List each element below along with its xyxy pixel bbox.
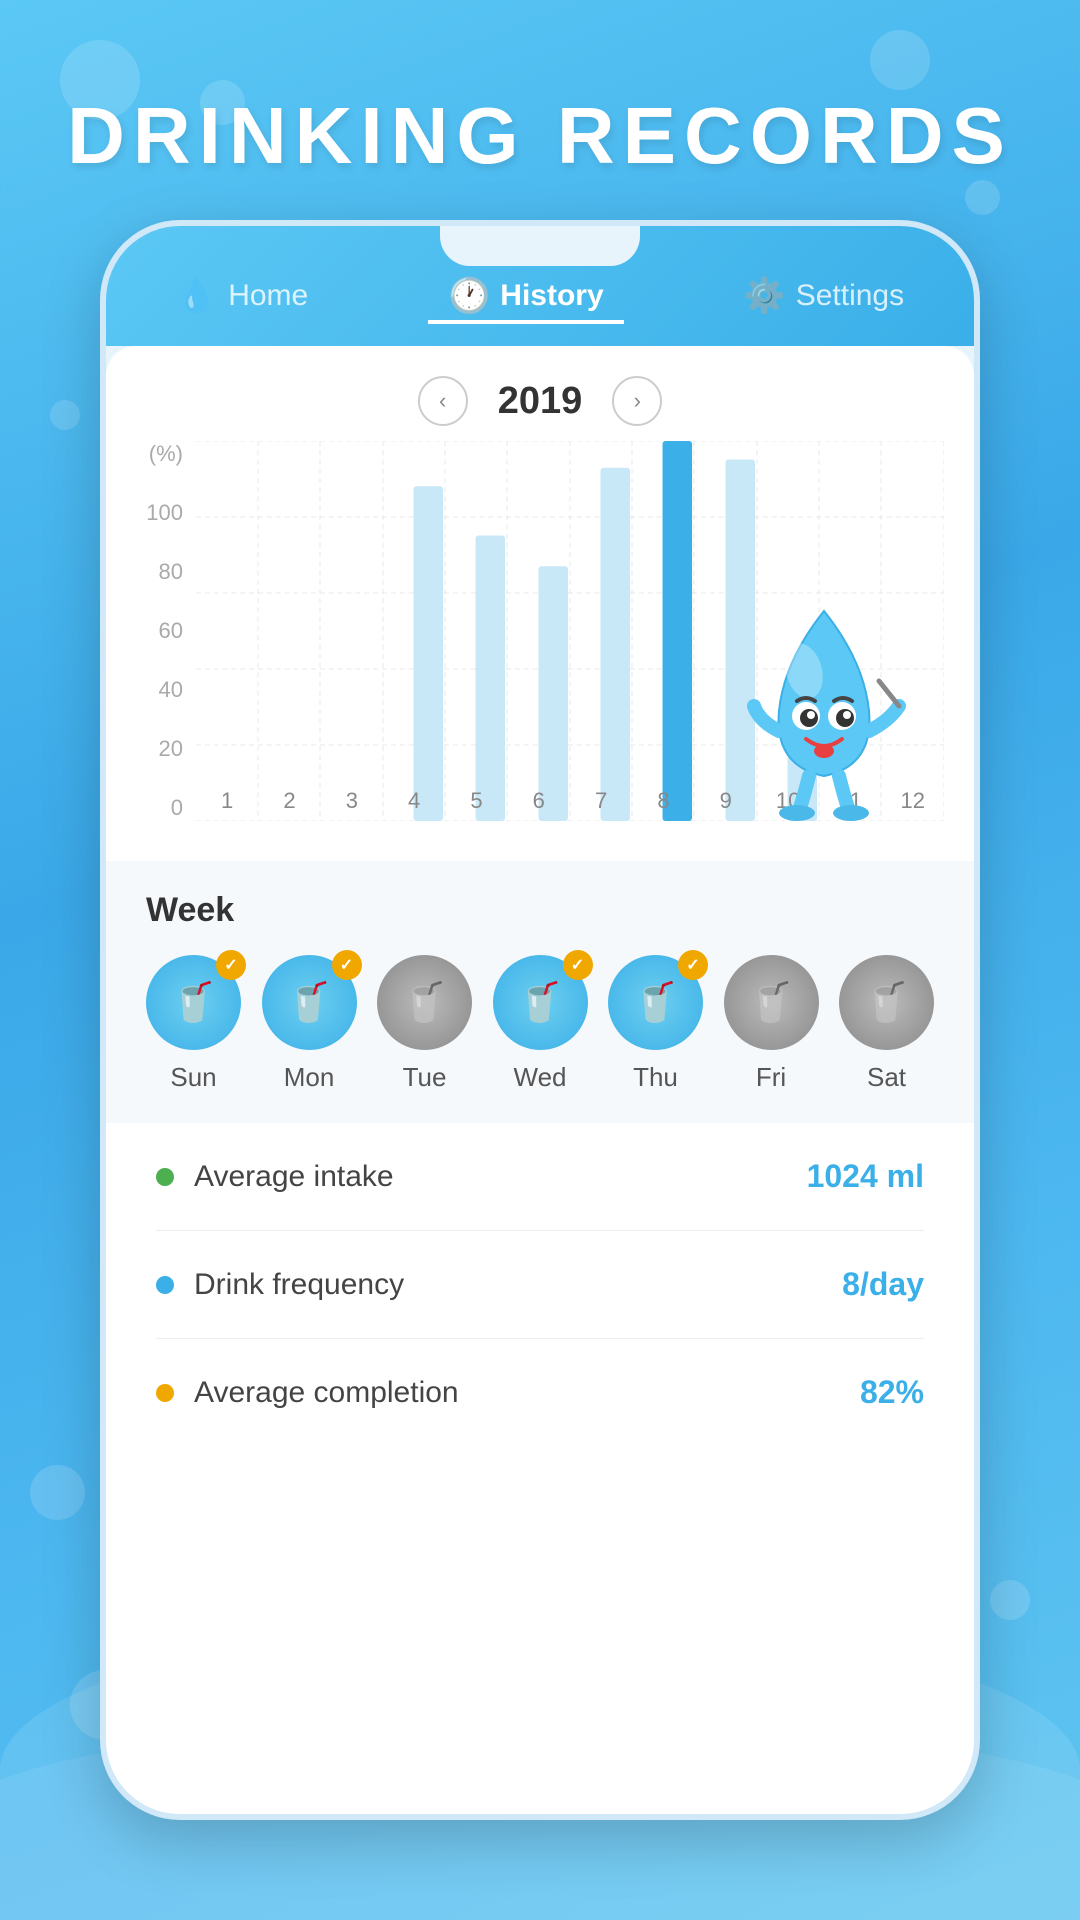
chart-area: (%) 100 80 60 40 20 0 [136, 441, 944, 861]
day-name-thu: Thu [633, 1062, 678, 1093]
nav-home[interactable]: 💧 Home [156, 268, 328, 324]
day-monday: 🥤 ✓ Mon [262, 955, 357, 1093]
day-name-mon: Mon [284, 1062, 335, 1093]
day-circle-mon: 🥤 ✓ [262, 955, 357, 1050]
day-circle-wed: 🥤 ✓ [493, 955, 588, 1050]
year-selector: ‹ 2019 › [106, 346, 974, 441]
x-label-5: 5 [445, 788, 507, 814]
stat-value-frequency: 8/day [842, 1266, 924, 1303]
day-thursday: 🥤 ✓ Thu [608, 955, 703, 1093]
check-badge-wed: ✓ [563, 950, 593, 980]
stat-value-completion: 82% [860, 1374, 924, 1411]
stat-left-frequency: Drink frequency [156, 1268, 404, 1302]
y-label-100: 100 [146, 500, 183, 526]
day-sunday: 🥤 ✓ Sun [146, 955, 241, 1093]
stat-dot-completion [156, 1384, 174, 1402]
day-saturday: 🥤 Sat [839, 955, 934, 1093]
x-label-6: 6 [508, 788, 570, 814]
day-circle-sat: 🥤 [839, 955, 934, 1050]
x-label-3: 3 [321, 788, 383, 814]
stat-row-completion: Average completion 82% [156, 1339, 924, 1446]
history-icon: 🕐 [448, 276, 490, 316]
x-label-4: 4 [383, 788, 445, 814]
x-label-8: 8 [632, 788, 694, 814]
water-mascot [724, 601, 924, 801]
y-label-40: 40 [159, 677, 183, 703]
day-wednesday: 🥤 ✓ Wed [493, 955, 588, 1093]
stat-label-intake: Average intake [194, 1160, 394, 1194]
stat-dot-intake [156, 1168, 174, 1186]
nav-settings-label: Settings [796, 279, 904, 313]
day-circle-tue: 🥤 [377, 955, 472, 1050]
day-name-wed: Wed [514, 1062, 567, 1093]
stat-dot-frequency [156, 1276, 174, 1294]
y-label-20: 20 [159, 736, 183, 762]
day-name-sun: Sun [170, 1062, 216, 1093]
nav-history-label: History [500, 279, 603, 313]
stat-label-completion: Average completion [194, 1376, 459, 1410]
stats-section: Average intake 1024 ml Drink frequency 8… [106, 1123, 974, 1446]
x-label-1: 1 [196, 788, 258, 814]
day-circle-sun: 🥤 ✓ [146, 955, 241, 1050]
x-label-2: 2 [258, 788, 320, 814]
next-year-button[interactable]: › [612, 376, 662, 426]
day-tuesday: 🥤 Tue [377, 955, 472, 1093]
phone-notch [440, 226, 640, 266]
day-circle-thu: 🥤 ✓ [608, 955, 703, 1050]
content-area: ‹ 2019 › (%) 100 80 60 40 20 0 [106, 346, 974, 1814]
stat-label-frequency: Drink frequency [194, 1268, 404, 1302]
stat-row-average-intake: Average intake 1024 ml [156, 1123, 924, 1231]
home-icon: 💧 [176, 276, 218, 316]
y-label-percent: (%) [149, 441, 183, 467]
stat-row-frequency: Drink frequency 8/day [156, 1231, 924, 1339]
settings-icon: ⚙️ [743, 276, 785, 316]
day-name-sat: Sat [867, 1062, 906, 1093]
page-title: DRINKING RECORDS [0, 90, 1080, 182]
day-name-fri: Fri [756, 1062, 786, 1093]
y-label-0: 0 [171, 795, 183, 821]
check-badge-mon: ✓ [332, 950, 362, 980]
check-badge-sun: ✓ [216, 950, 246, 980]
check-badge-thu: ✓ [678, 950, 708, 980]
day-friday: 🥤 Fri [724, 955, 819, 1093]
y-label-80: 80 [159, 559, 183, 585]
week-section: Week 🥤 ✓ Sun 🥤 ✓ Mon [106, 861, 974, 1123]
nav-history[interactable]: 🕐 History [428, 268, 624, 324]
nav-settings[interactable]: ⚙️ Settings [723, 268, 924, 324]
nav-home-label: Home [228, 279, 308, 313]
chart-y-labels: (%) 100 80 60 40 20 0 [136, 441, 191, 821]
week-days: 🥤 ✓ Sun 🥤 ✓ Mon 🥤 [146, 955, 934, 1093]
y-label-60: 60 [159, 618, 183, 644]
stat-left-completion: Average completion [156, 1376, 459, 1410]
phone-frame: 💧 Home 🕐 History ⚙️ Settings ‹ 2019 › (%… [100, 220, 980, 1820]
year-display: 2019 [498, 380, 583, 423]
day-name-tue: Tue [403, 1062, 447, 1093]
day-circle-fri: 🥤 [724, 955, 819, 1050]
x-label-7: 7 [570, 788, 632, 814]
stat-value-intake: 1024 ml [807, 1158, 924, 1195]
prev-year-button[interactable]: ‹ [418, 376, 468, 426]
stat-left-intake: Average intake [156, 1160, 394, 1194]
week-title: Week [146, 891, 934, 930]
